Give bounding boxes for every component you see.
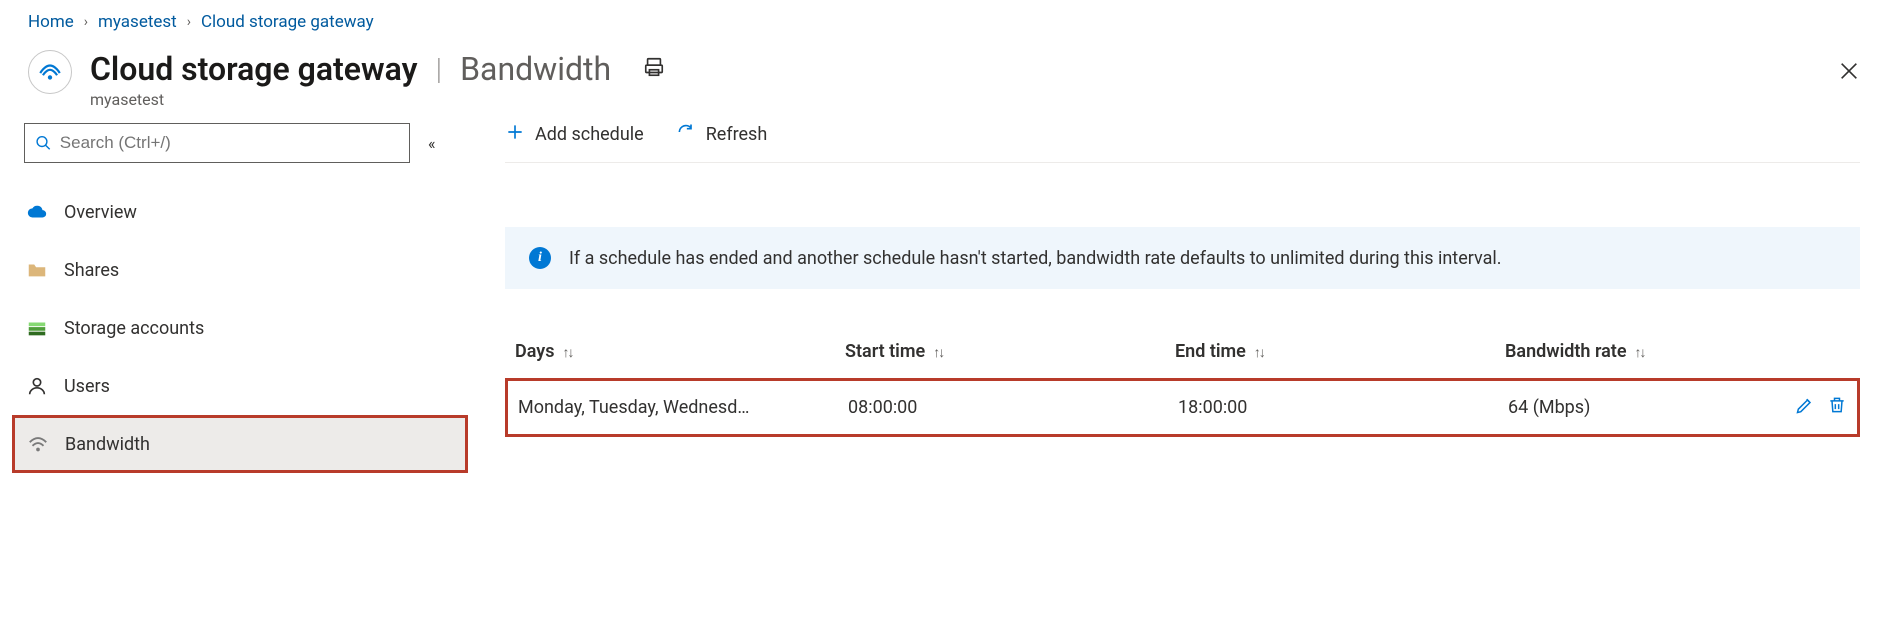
sidebar-item-overview[interactable]: Overview [24, 183, 465, 241]
pin-icon[interactable] [643, 56, 665, 82]
sidebar-item-label: Overview [64, 202, 137, 223]
close-button[interactable] [1838, 60, 1860, 86]
storage-icon [26, 317, 48, 339]
refresh-label: Refresh [706, 124, 768, 145]
page-title: Cloud storage gateway [90, 50, 417, 88]
search-input[interactable] [60, 133, 399, 153]
add-schedule-button[interactable]: Add schedule [505, 122, 644, 147]
delete-button[interactable] [1827, 395, 1847, 420]
sidebar-item-label: Bandwidth [65, 434, 150, 455]
sidebar-item-label: Shares [64, 260, 119, 281]
column-header-start-time[interactable]: Start time↑↓ [845, 341, 1175, 362]
sidebar-item-storage-accounts[interactable]: Storage accounts [24, 299, 465, 357]
table-row[interactable]: Monday, Tuesday, Wednesd… 08:00:00 18:00… [505, 378, 1860, 437]
wifi-icon [27, 433, 49, 455]
sort-icon: ↑↓ [1635, 345, 1645, 361]
sidebar-item-label: Storage accounts [64, 318, 204, 339]
page-subtitle: Bandwidth [460, 50, 611, 88]
schedule-table: Days↑↓ Start time↑↓ End time↑↓ Bandwidth… [505, 341, 1860, 437]
toolbar: Add schedule Refresh [505, 123, 1860, 163]
folder-icon [26, 259, 48, 281]
chevron-right-icon: › [187, 14, 191, 30]
table-header: Days↑↓ Start time↑↓ End time↑↓ Bandwidth… [505, 341, 1860, 378]
cell-end-time: 18:00:00 [1178, 397, 1508, 418]
main-content: Add schedule Refresh i If a schedule has… [465, 119, 1890, 437]
breadcrumb-item-home[interactable]: Home [28, 12, 74, 32]
sidebar: « Overview Shares Storage accounts [0, 119, 465, 473]
info-icon: i [529, 247, 551, 269]
sort-icon: ↑↓ [1254, 345, 1264, 361]
resource-name: myasetest [90, 90, 1862, 109]
collapse-sidebar-button[interactable]: « [428, 134, 430, 153]
chevron-right-icon: › [84, 14, 88, 30]
info-banner: i If a schedule has ended and another sc… [505, 227, 1860, 289]
sidebar-item-bandwidth[interactable]: Bandwidth [12, 415, 468, 473]
sort-icon: ↑↓ [933, 345, 943, 361]
sort-icon: ↑↓ [562, 345, 572, 361]
sidebar-item-users[interactable]: Users [24, 357, 465, 415]
title-divider: | [435, 52, 442, 87]
refresh-icon [676, 122, 696, 147]
breadcrumb-item-page[interactable]: Cloud storage gateway [201, 12, 374, 32]
info-banner-text: If a schedule has ended and another sche… [569, 248, 1502, 269]
sidebar-item-label: Users [64, 376, 110, 397]
refresh-button[interactable]: Refresh [676, 122, 768, 147]
cloud-icon [26, 201, 48, 223]
column-header-bandwidth-rate[interactable]: Bandwidth rate↑↓ [1505, 341, 1850, 362]
cell-start-time: 08:00:00 [848, 397, 1178, 418]
column-header-end-time[interactable]: End time↑↓ [1175, 341, 1505, 362]
breadcrumb-item-resource[interactable]: myasetest [98, 12, 177, 32]
breadcrumb: Home › myasetest › Cloud storage gateway [0, 0, 1890, 42]
plus-icon [505, 122, 525, 147]
column-header-days[interactable]: Days↑↓ [515, 341, 845, 362]
user-icon [26, 375, 48, 397]
cell-days: Monday, Tuesday, Wednesd… [518, 397, 848, 418]
pencil-icon [1795, 395, 1815, 415]
add-schedule-label: Add schedule [535, 124, 644, 145]
resource-icon [28, 50, 72, 94]
search-box[interactable] [24, 123, 410, 163]
edit-button[interactable] [1795, 395, 1815, 420]
sidebar-item-shares[interactable]: Shares [24, 241, 465, 299]
search-icon [35, 134, 52, 152]
trash-icon [1827, 395, 1847, 415]
cell-bandwidth-rate: 64 (Mbps) [1508, 397, 1795, 418]
page-header: Cloud storage gateway | Bandwidth myaset… [0, 42, 1890, 119]
